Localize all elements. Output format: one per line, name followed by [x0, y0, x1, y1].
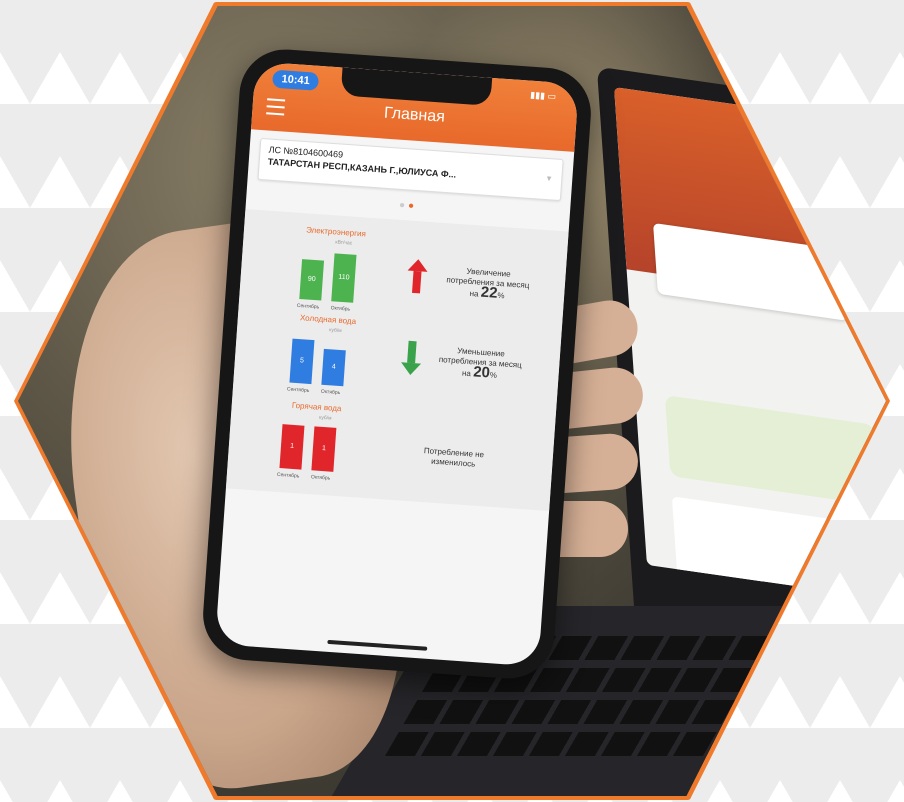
chevron-down-icon: ▾ — [546, 173, 552, 184]
cold-water-bar-oct: 4 — [321, 348, 346, 387]
cold-water-message: Уменьшение потребления за месяц на 20% — [424, 344, 536, 384]
cold-water-bar-sep: 5 — [289, 338, 315, 385]
electricity-title: Электроэнергия — [305, 225, 367, 239]
electricity-unit: кВт/час — [335, 239, 353, 247]
consumption-panel: Электроэнергия кВт/час 90 110 Сентябрь О… — [225, 209, 569, 511]
cold-water-msg-prefix: на — [461, 368, 472, 379]
hot-water-bar-label-sep: Сентябрь — [276, 471, 300, 480]
page: { "status_bar": {"time": "10:41"}, "app"… — [0, 0, 904, 802]
electricity-bar-oct: 110 — [331, 253, 357, 303]
hot-water-bar-oct: 1 — [311, 426, 337, 472]
cold-water-msg-value: 20 — [472, 363, 491, 382]
app-title: Главная — [383, 104, 446, 126]
arrow-up-shaft — [411, 270, 422, 294]
electricity-bar-sep: 90 — [299, 259, 325, 301]
cold-water-bar-label-sep: Сентябрь — [286, 386, 310, 394]
electricity-bar-label-sep: Сентябрь — [296, 302, 320, 311]
cold-water-bar-label-oct: Октябрь — [320, 388, 341, 397]
hot-water-bar-sep: 1 — [279, 424, 305, 470]
smartphone: Главная 10:41 ▮▮▮ ▭ ЛС №8104600469 ТАТАР… — [200, 46, 594, 682]
arrow-down-icon — [400, 362, 422, 376]
electricity-msg-prefix: на — [469, 288, 479, 299]
phone-screen: Главная 10:41 ▮▮▮ ▭ ЛС №8104600469 ТАТАР… — [215, 61, 579, 667]
hot-water-unit: куб/м — [318, 414, 332, 422]
hot-water-bar-label-oct: Октябрь — [310, 474, 331, 482]
arrow-up-icon — [407, 258, 429, 272]
cold-water-title: Холодная вода — [299, 313, 357, 327]
electricity-msg-suffix: % — [497, 290, 505, 301]
electricity-bar-label-oct: Октябрь — [330, 305, 351, 313]
cold-water-msg-suffix: % — [489, 370, 498, 380]
arrow-down-shaft — [407, 340, 417, 364]
electricity-msg-value: 22 — [480, 283, 499, 302]
signal-battery-icon: ▮▮▮ ▭ — [529, 89, 557, 102]
cold-water-unit: куб/м — [328, 327, 342, 335]
hot-water-title: Горячая вода — [291, 400, 342, 414]
home-indicator[interactable] — [327, 639, 428, 651]
account-address: ТАТАРСТАН РЕСП,КАЗАНЬ Г.,ЮЛИУСА Ф... — [267, 156, 457, 180]
electricity-message: Увеличение потребления за месяц на 22% — [432, 264, 544, 304]
status-time: 10:41 — [271, 69, 320, 91]
page-dot-active[interactable]: ● — [408, 200, 418, 212]
hot-water-message: Потребление не изменилось — [398, 444, 509, 472]
